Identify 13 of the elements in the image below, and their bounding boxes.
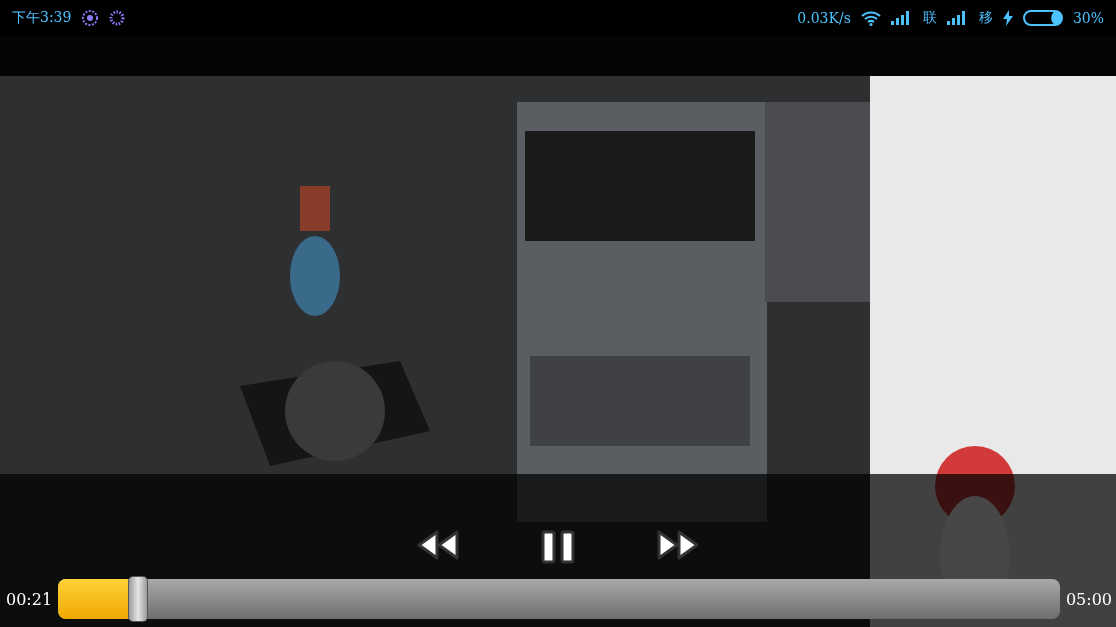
- gear-icon: [109, 10, 126, 26]
- progress-handle[interactable]: [128, 576, 149, 622]
- battery-icon: [1022, 10, 1063, 26]
- elapsed-time: 00:21: [6, 589, 53, 609]
- carrier-label: 移: [978, 9, 993, 27]
- wifi-icon: [860, 10, 881, 26]
- battery-percent: 30%: [1072, 10, 1104, 26]
- clock-time: 下午3:39: [12, 9, 72, 27]
- gear-icon: [81, 9, 100, 27]
- pause-button[interactable]: [540, 529, 576, 565]
- network-speed: 0.03K/s: [797, 10, 851, 26]
- total-duration: 05:00: [1065, 589, 1112, 609]
- carrier-label: 联: [922, 9, 937, 27]
